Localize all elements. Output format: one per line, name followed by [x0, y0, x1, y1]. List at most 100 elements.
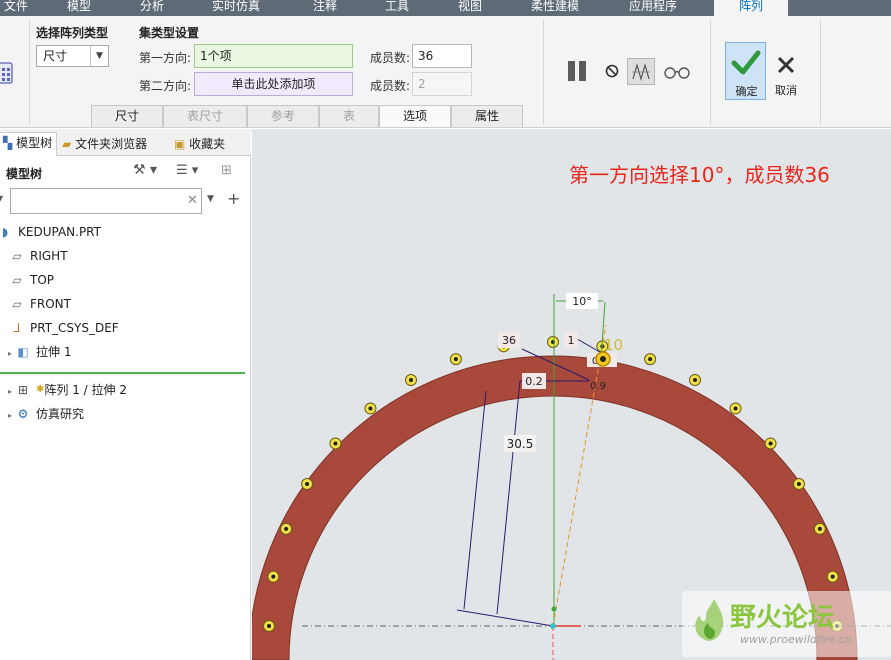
tree-title: 模型树	[6, 167, 43, 181]
dim-line-30-5-right	[496, 380, 521, 615]
menu-tab-realtime-sim[interactable]: 实时仿真	[212, 0, 260, 16]
pattern-hole-center	[733, 406, 738, 411]
pattern-hole-center	[648, 357, 653, 362]
subtab-tables[interactable]: 表	[319, 105, 379, 127]
checkmark-icon	[731, 50, 761, 75]
tree-item-pattern[interactable]: ▸ ⊞ ✱阵列 1 / 拉伸 2	[8, 380, 127, 400]
count-dimension[interactable]: 36	[502, 334, 516, 347]
cancel-button[interactable]	[775, 54, 797, 76]
ribbon-separator	[543, 20, 544, 124]
tree-item-simulation[interactable]: ▸ ⚙ 仿真研究	[8, 404, 84, 424]
subtab-references[interactable]: 参考	[247, 105, 319, 127]
menu-tab-tools[interactable]: 工具	[385, 0, 409, 16]
tree-columns-icon[interactable]: ⊞	[221, 163, 232, 178]
tab-model-tree-label: 模型树	[16, 136, 53, 150]
increment-dimension[interactable]: 10	[604, 336, 623, 354]
menu-tab-flexible-modeling[interactable]: 柔性建模	[531, 0, 579, 16]
dim-baseline	[456, 609, 554, 627]
pattern-icon: ⊞	[17, 383, 29, 397]
watermark-title: 野火论坛	[730, 603, 835, 633]
d3-dimension[interactable]: 30.5	[507, 437, 534, 451]
tree-item-right[interactable]: ▱ RIGHT	[8, 246, 68, 266]
tab-model-tree[interactable]: ▚ 模型树	[0, 132, 58, 156]
expand-arrow-icon[interactable]: ▸	[8, 349, 12, 358]
tree-item-extrude[interactable]: ▸ ◧ 拉伸 1	[8, 342, 71, 362]
tab-folder-browser[interactable]: ▰ 文件夹浏览器	[62, 134, 147, 154]
pattern-type-title: 选择阵列类型	[36, 26, 109, 40]
subtab-dimensions[interactable]: 尺寸	[91, 105, 163, 127]
datum-plane-icon: ▱	[12, 249, 22, 263]
model-view[interactable]: 10° 10 36 1 0.2 30.5 0 0.9	[252, 129, 891, 660]
pattern-hole-center	[271, 574, 276, 579]
tab-favorites[interactable]: ▣ 收藏夹	[174, 134, 225, 154]
subtab-properties[interactable]: 属性	[451, 105, 523, 127]
d1-dimension[interactable]: 1	[568, 334, 575, 347]
menu-tab-file[interactable]: 文件	[4, 0, 28, 16]
search-input[interactable]	[10, 188, 202, 214]
pattern-hole-center	[333, 441, 338, 446]
glasses-icon[interactable]	[663, 64, 691, 80]
pattern-hole-center	[693, 378, 697, 383]
ribbon-separator	[710, 20, 711, 124]
subtab-table-dimensions[interactable]: 表尺寸	[163, 105, 247, 127]
members1-field[interactable]: 36	[412, 44, 472, 68]
tree-settings-icon[interactable]: ⚒ ▾	[133, 162, 157, 178]
tree-item-label: 仿真研究	[36, 407, 85, 421]
pattern-grid-icon[interactable]	[0, 60, 16, 86]
ok-button[interactable]: 确定	[725, 42, 766, 100]
menu-tab-analysis[interactable]: 分析	[140, 0, 164, 16]
cancel-label[interactable]: 取消	[766, 82, 806, 98]
simulation-icon: ⚙	[17, 407, 29, 421]
members1-label: 成员数:	[370, 51, 411, 65]
pattern-hole-center	[267, 624, 271, 628]
flame-logo-icon	[695, 599, 724, 641]
search-dropdown-icon[interactable]: ▼	[207, 194, 214, 204]
menu-tab-pattern[interactable]: 阵列	[714, 0, 788, 16]
datum-plane-icon: ▱	[12, 297, 22, 311]
extrude-icon: ◧	[17, 345, 29, 359]
d5-dimension[interactable]: 0.9	[590, 381, 606, 392]
tab-folder-browser-label: 文件夹浏览器	[75, 137, 148, 151]
direction1-field[interactable]: 1个项	[194, 44, 353, 68]
pattern-hole-center	[796, 482, 801, 486]
tree-item-front[interactable]: ▱ FRONT	[8, 294, 71, 314]
add-filter-icon[interactable]: +	[227, 189, 240, 208]
tree-item-label: 阵列 1 / 拉伸 2	[44, 383, 127, 397]
tree-item-label: RIGHT	[30, 249, 68, 263]
angle-dimension[interactable]: 10°	[572, 295, 592, 308]
dim-line-30-5-left	[463, 390, 487, 610]
preview-geometry-icon[interactable]	[627, 58, 655, 85]
origin-point[interactable]	[550, 623, 556, 629]
tree-item-part[interactable]: ◗ KEDUPAN.PRT	[0, 222, 101, 242]
ribbon: 选择阵列类型 尺寸 ▼ 集类型设置 第一方向: 1个项 第二方向: 单击此处添加…	[0, 16, 891, 128]
expand-arrow-icon[interactable]: ▸	[8, 387, 12, 396]
pattern-hole-center	[368, 406, 373, 411]
tree-item-label: 拉伸 1	[36, 345, 72, 359]
tree-item-top[interactable]: ▱ TOP	[8, 270, 54, 290]
pause-icon[interactable]	[566, 58, 590, 84]
ok-label: 确定	[735, 85, 758, 98]
tree-item-csys[interactable]: ⅃ PRT_CSYS_DEF	[8, 318, 119, 338]
subtab-options[interactable]: 选项	[379, 105, 451, 127]
collection-settings-title: 集类型设置	[139, 26, 200, 40]
menu-tab-applications[interactable]: 应用程序	[629, 0, 677, 16]
filter-icon[interactable]: ▾	[0, 191, 3, 205]
d2-dimension[interactable]: 0.2	[525, 375, 543, 388]
csys-icon: ⅃	[13, 321, 21, 335]
menu-tab-model[interactable]: 模型	[67, 0, 91, 16]
expand-arrow-icon[interactable]: ▸	[8, 411, 12, 420]
insert-here-indicator[interactable]	[0, 372, 245, 374]
favorites-icon: ▣	[174, 137, 186, 151]
menu-tab-annotate[interactable]: 注释	[313, 0, 337, 16]
direction2-field[interactable]: 单击此处添加项	[194, 72, 353, 96]
members2-field[interactable]: 2	[412, 72, 472, 96]
pattern-type-select[interactable]: 尺寸 ▼	[36, 45, 109, 67]
menu-tab-view[interactable]: 视图	[458, 0, 482, 16]
datum-plane-icon: ▱	[12, 273, 22, 287]
show-list-icon[interactable]: ☰ ▾	[176, 163, 198, 178]
no-preview-icon[interactable]	[604, 63, 620, 79]
pattern-hole-center	[817, 526, 822, 531]
clear-search-icon[interactable]: ✕	[187, 193, 198, 208]
members2-label: 成员数:	[370, 79, 411, 93]
graphics-window[interactable]: 10° 10 36 1 0.2 30.5 0 0.9 第一方向选择10°，成员数…	[252, 129, 891, 660]
